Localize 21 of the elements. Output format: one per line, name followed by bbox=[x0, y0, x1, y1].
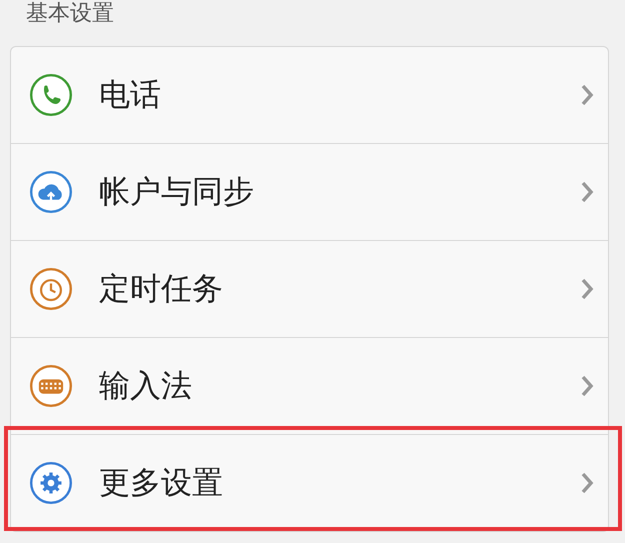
item-label: 定时任务 bbox=[99, 270, 224, 309]
section-title: 基本设置 bbox=[25, 0, 115, 28]
settings-item[interactable]: 帐户与同步 bbox=[11, 143, 608, 240]
chevron-right-icon bbox=[580, 180, 594, 204]
keyboard-icon bbox=[29, 364, 73, 408]
item-label: 更多设置 bbox=[99, 464, 224, 503]
phone-icon bbox=[29, 73, 73, 117]
chevron-right-icon bbox=[580, 471, 594, 495]
chevron-right-icon bbox=[580, 83, 594, 107]
chevron-right-icon bbox=[580, 374, 594, 398]
item-label: 输入法 bbox=[99, 367, 193, 406]
clock-icon bbox=[29, 267, 73, 311]
settings-item[interactable]: 输入法 bbox=[11, 337, 608, 434]
cloud-upload-icon bbox=[29, 170, 73, 214]
settings-item[interactable]: 定时任务 bbox=[11, 240, 608, 337]
item-label: 电话 bbox=[99, 76, 162, 115]
settings-icon bbox=[29, 461, 73, 505]
settings-item[interactable]: 电话 bbox=[11, 47, 608, 143]
chevron-right-icon bbox=[580, 277, 594, 301]
settings-item[interactable]: 更多设置 bbox=[11, 434, 608, 531]
item-label: 帐户与同步 bbox=[99, 173, 255, 212]
